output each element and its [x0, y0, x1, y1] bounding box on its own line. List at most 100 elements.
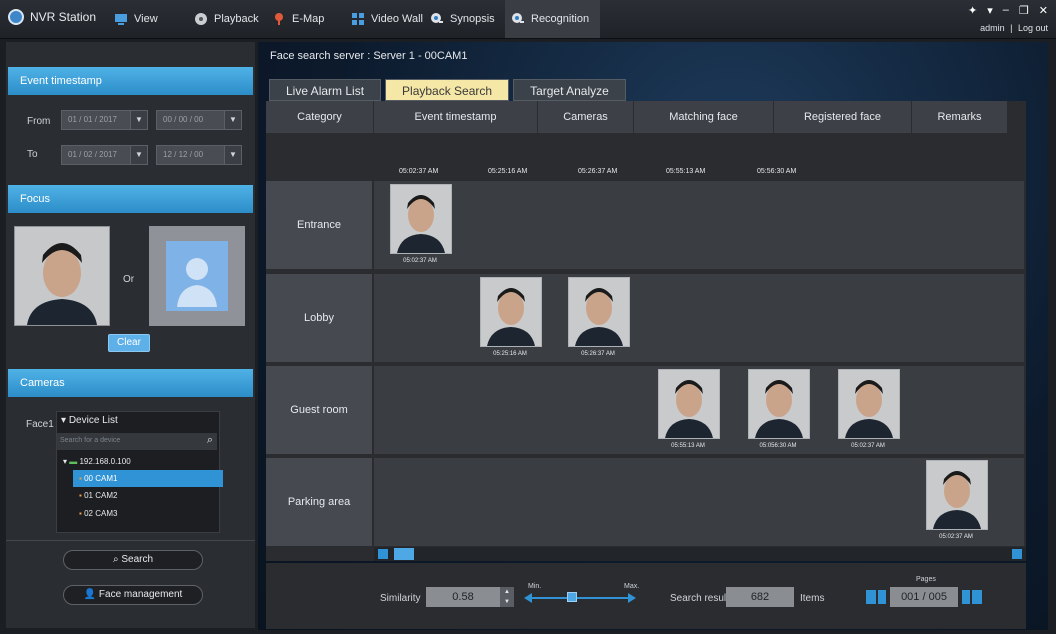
search-button-label: Search: [121, 554, 154, 565]
camera-item-label: 02 CAM3: [84, 509, 118, 518]
tab-bar: Live Alarm List Playback Search Target A…: [269, 79, 626, 101]
device-search-input[interactable]: Search for a device ⌕: [57, 433, 217, 450]
similarity-stepper[interactable]: ▲ ▼: [500, 587, 514, 607]
thumb-ts: 05:55:13 AM: [671, 443, 705, 449]
nav-recognition[interactable]: Recognition: [505, 0, 600, 38]
nav-emap[interactable]: E-Map: [272, 0, 324, 38]
search-icon[interactable]: ⌕: [207, 434, 213, 447]
similarity-input[interactable]: 0.58: [426, 587, 500, 607]
face-thumbnail[interactable]: [568, 277, 630, 347]
horizontal-scrollbar[interactable]: [374, 547, 1026, 561]
focus-header: Focus: [8, 185, 253, 213]
slider-max-label: Max.: [624, 583, 640, 590]
row-bg: [374, 274, 1024, 362]
thumb-ts: 05:02:37 AM: [939, 534, 973, 540]
dropdown-icon[interactable]: ▾: [987, 4, 993, 17]
device-ip: 192.168.0.100: [79, 457, 131, 466]
face-thumbnail[interactable]: [838, 369, 900, 439]
tab-target-analyze[interactable]: Target Analyze: [513, 79, 626, 101]
user-area: admin | Log out: [980, 23, 1048, 33]
slider-min-label: Min.: [528, 583, 542, 590]
logout-link[interactable]: Log out: [1018, 23, 1048, 33]
prev-page-icon[interactable]: [878, 590, 886, 604]
camera-item-selected[interactable]: ▪ 00 CAM1: [73, 470, 223, 487]
close-icon[interactable]: ✕: [1039, 4, 1048, 17]
minimize-icon[interactable]: –: [1003, 4, 1009, 17]
to-date-field[interactable]: 01 / 02 / 2017: [61, 145, 135, 165]
from-date-dropdown[interactable]: ▼: [130, 110, 148, 130]
restore-icon[interactable]: ❐: [1019, 4, 1029, 17]
synopsis-icon: [431, 13, 443, 23]
video-wall-icon: [352, 13, 364, 25]
camera-item-label: 00 CAM1: [84, 474, 118, 483]
scrollbar-thumb[interactable]: [394, 548, 414, 560]
recognition-icon: [512, 13, 524, 23]
similarity-slider-track[interactable]: [530, 597, 630, 599]
from-time-field[interactable]: 00 / 00 / 00: [156, 110, 228, 130]
face-management-button[interactable]: 👤 Face management: [63, 585, 203, 605]
playback-icon: [195, 13, 207, 25]
scroll-left-icon[interactable]: [378, 549, 388, 559]
timeline-ts: 05:56:30 AM: [757, 168, 797, 175]
camera-item[interactable]: ▪ 02 CAM3: [79, 509, 117, 518]
face-portrait-icon: [659, 370, 719, 438]
clear-button[interactable]: Clear: [108, 334, 150, 352]
last-page-icon[interactable]: [972, 590, 982, 604]
face-thumbnail[interactable]: [926, 460, 988, 530]
upload-photo-placeholder[interactable]: [149, 226, 245, 326]
to-label: To: [27, 149, 38, 160]
nav-videowall[interactable]: Video Wall: [351, 0, 423, 38]
face-portrait-icon: [927, 461, 987, 529]
similarity-slider-handle[interactable]: [567, 592, 577, 602]
to-time-dropdown[interactable]: ▼: [224, 145, 242, 165]
camera-item[interactable]: ▪ 01 CAM2: [79, 491, 117, 500]
row-lobby: Lobby: [266, 274, 372, 362]
nav-playback[interactable]: Playback: [194, 0, 259, 38]
face-portrait-icon: [569, 278, 629, 346]
row-bg: [374, 181, 1024, 269]
col-remarks: Remarks: [912, 101, 1008, 133]
row-parking-area: Parking area: [266, 458, 372, 546]
face-thumbnail[interactable]: [748, 369, 810, 439]
scroll-right-icon[interactable]: [1012, 549, 1022, 559]
first-page-icon[interactable]: [866, 590, 876, 604]
search-result-label: Search result: [670, 593, 729, 604]
face-portrait-icon: [15, 227, 109, 325]
slider-left-arrow-icon[interactable]: [524, 593, 532, 603]
tab-playback-search[interactable]: Playback Search: [385, 79, 510, 101]
nav-view[interactable]: View: [114, 0, 158, 38]
to-time-field[interactable]: 12 / 12 / 00: [156, 145, 228, 165]
tab-live-alarm[interactable]: Live Alarm List: [269, 79, 382, 101]
app-name: NVR Station: [30, 10, 97, 24]
bottom-controls: Similarity 0.58 ▲ ▼ Min. Max. Search resu…: [266, 563, 1026, 629]
col-matching-face: Matching face: [634, 101, 774, 133]
from-time-dropdown[interactable]: ▼: [224, 110, 242, 130]
timeline-ts: 05:25:16 AM: [488, 168, 528, 175]
device-node[interactable]: ▾ ▬ 192.168.0.100: [63, 457, 131, 466]
pin-icon[interactable]: ✦: [968, 4, 977, 17]
server-label: Face search server : Server 1 - 00CAM1: [270, 50, 468, 62]
collapse-arrow-icon: ▾: [61, 415, 67, 426]
face-thumbnail[interactable]: [390, 184, 452, 254]
nav-videowall-label: Video Wall: [371, 13, 423, 25]
page-indicator[interactable]: 001 / 005: [890, 587, 958, 607]
next-page-icon[interactable]: [962, 590, 970, 604]
slider-right-arrow-icon[interactable]: [628, 593, 636, 603]
device-list-header[interactable]: ▾ Device List: [61, 415, 118, 426]
from-date-field[interactable]: 01 / 01 / 2017: [61, 110, 135, 130]
divider: [6, 540, 255, 541]
search-button[interactable]: ⌕ Search: [63, 550, 203, 570]
cameras-header: Cameras: [8, 369, 253, 397]
face-portrait-icon: [839, 370, 899, 438]
timeline-ts: 05:55:13 AM: [666, 168, 706, 175]
to-date-dropdown[interactable]: ▼: [130, 145, 148, 165]
face-thumbnail[interactable]: [658, 369, 720, 439]
nav-synopsis[interactable]: Synopsis: [430, 0, 495, 38]
username: admin: [980, 23, 1005, 33]
device-list-title: Device List: [68, 415, 118, 426]
user-separator: |: [1010, 23, 1013, 33]
face-thumbnail[interactable]: [480, 277, 542, 347]
thumb-ts: 05:02:37 AM: [403, 258, 437, 264]
event-timestamp-header: Event timestamp: [8, 67, 253, 95]
col-event-timestamp: Event timestamp: [374, 101, 538, 133]
